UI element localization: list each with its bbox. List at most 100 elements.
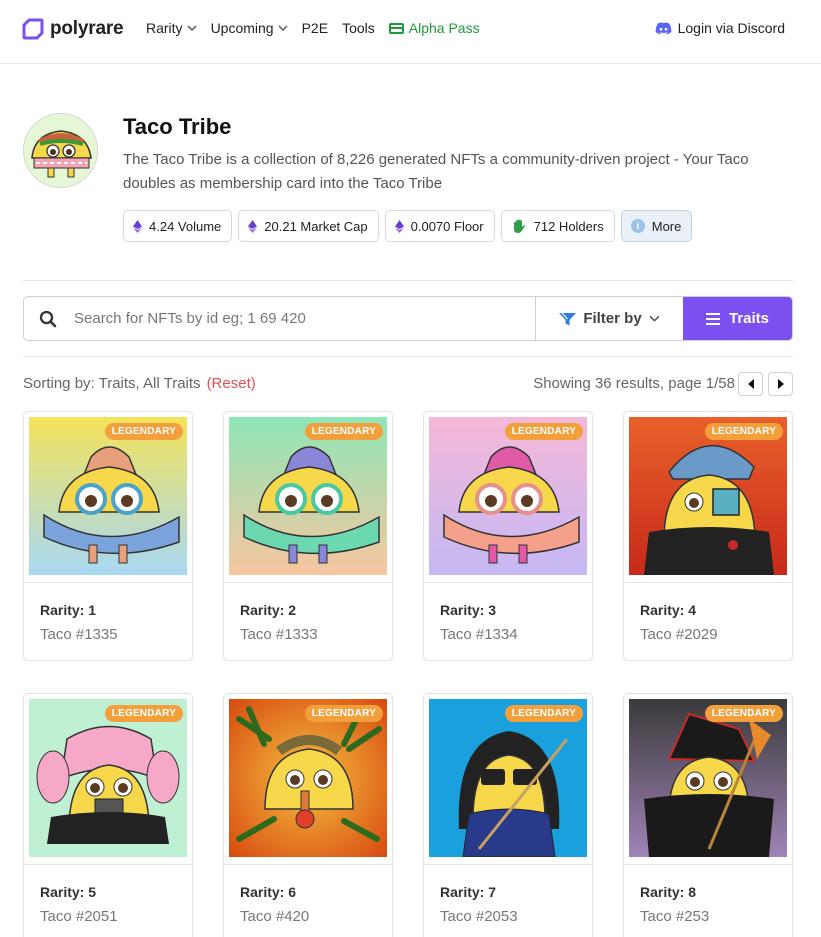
chevron-down-icon (649, 315, 660, 322)
legendary-badge: LEGENDARY (304, 423, 383, 440)
stat-holders: 712 Holders (500, 210, 615, 242)
login-discord-button[interactable]: Login via Discord (655, 20, 785, 36)
nav-menu: Rarity Upcoming P2E Tools Alpha Pass (146, 20, 494, 36)
nft-image: LEGENDARY (229, 699, 387, 857)
caret-right-icon (777, 379, 784, 389)
search-icon (24, 297, 72, 340)
card-rarity: Rarity: 5 (40, 884, 97, 900)
nft-card[interactable]: LEGENDARY Rarity: 7 Taco #2053 (423, 693, 593, 937)
stat-label: 20.21 Market Cap (264, 218, 368, 234)
legendary-badge: LEGENDARY (504, 423, 583, 440)
ethereum-icon (394, 219, 404, 233)
stat-volume: 4.24 Volume (123, 210, 233, 242)
chevron-down-icon (187, 25, 197, 31)
collection-description: The Taco Tribe is a collection of 8,226 … (123, 151, 749, 192)
stat-floor: 0.0070 Floor (384, 210, 495, 242)
reset-link[interactable]: (Reset) (207, 375, 256, 392)
stats-row: 4.24 Volume 20.21 Market Cap 0.0070 Floo… (123, 210, 693, 242)
filter-icon (559, 312, 577, 325)
legendary-badge: LEGENDARY (704, 705, 783, 722)
card-name: Taco #420 (240, 908, 310, 925)
card-divider (624, 864, 792, 865)
nft-card[interactable]: LEGENDARY Rarity: 1 Taco #1335 (23, 411, 193, 661)
nft-image: LEGENDARY (629, 699, 787, 857)
nav-item-tools[interactable]: Tools (342, 20, 375, 36)
logo-text: polyrare (50, 18, 124, 39)
top-nav: polyrare Rarity Upcoming P2E Tools Alpha… (0, 0, 821, 64)
filter-by-dropdown[interactable]: Filter by (535, 297, 683, 340)
prev-page-button[interactable] (738, 372, 763, 396)
card-name: Taco #2051 (40, 908, 118, 925)
card-name: Taco #253 (640, 908, 710, 925)
nft-image: LEGENDARY (229, 417, 387, 575)
card-divider (624, 582, 792, 583)
card-divider (224, 864, 392, 865)
nav-item-p2e[interactable]: P2E (302, 20, 328, 36)
nft-image: LEGENDARY (29, 699, 187, 857)
card-rarity: Rarity: 3 (440, 602, 497, 618)
nft-card[interactable]: LEGENDARY Rarity: 5 Taco #2051 (23, 693, 193, 937)
chevron-down-icon (278, 25, 288, 31)
legendary-badge: LEGENDARY (504, 705, 583, 722)
nft-image: LEGENDARY (29, 417, 187, 575)
login-label: Login via Discord (677, 20, 785, 36)
card-rarity: Rarity: 7 (440, 884, 497, 900)
stat-label: 4.24 Volume (149, 218, 222, 234)
nft-card[interactable]: LEGENDARY Rarity: 4 Taco #2029 (623, 411, 793, 661)
search-input[interactable] (72, 297, 535, 340)
divider (23, 280, 793, 281)
traits-button[interactable]: Traits (683, 297, 792, 340)
info-icon: i (630, 219, 645, 233)
caret-left-icon (747, 379, 754, 389)
legendary-badge: LEGENDARY (704, 423, 783, 440)
card-divider (424, 582, 592, 583)
card-rarity: Rarity: 6 (240, 884, 297, 900)
card-name: Taco #1335 (40, 626, 118, 643)
search-bar: Filter by Traits (23, 296, 793, 341)
card-divider (24, 864, 192, 865)
card-divider (24, 582, 192, 583)
nav-item-rarity[interactable]: Rarity (146, 20, 197, 36)
results-count: Showing 36 results, page 1/58 (533, 375, 735, 392)
nav-item-label: Rarity (146, 20, 183, 36)
ethereum-icon (248, 219, 258, 233)
sorting-info: Sorting by: Traits, All Traits (Reset) (23, 375, 256, 392)
card-rarity: Rarity: 1 (40, 602, 97, 618)
nav-item-upcoming[interactable]: Upcoming (211, 20, 288, 36)
collection-title: Taco Tribe (123, 114, 232, 139)
nft-card[interactable]: LEGENDARY Rarity: 6 Taco #420 (223, 693, 393, 937)
more-button[interactable]: i More (620, 210, 693, 242)
sorting-label: Sorting by: Traits, All Traits (23, 375, 201, 392)
nft-card[interactable]: LEGENDARY Rarity: 2 Taco #1333 (223, 411, 393, 661)
card-rarity: Rarity: 8 (640, 884, 697, 900)
legendary-badge: LEGENDARY (304, 705, 383, 722)
logo[interactable]: polyrare (22, 18, 124, 40)
discord-icon (655, 21, 671, 34)
card-divider (424, 864, 592, 865)
hand-icon (513, 219, 525, 233)
nft-card[interactable]: LEGENDARY Rarity: 8 Taco #253 (623, 693, 793, 937)
card-name: Taco #2053 (440, 908, 518, 925)
nft-image: LEGENDARY (429, 699, 587, 857)
stat-market-cap: 20.21 Market Cap (238, 210, 379, 242)
nav-item-label: Tools (342, 20, 375, 36)
card-divider (224, 582, 392, 583)
collection-avatar (23, 113, 98, 188)
card-name: Taco #1334 (440, 626, 518, 643)
card-name: Taco #2029 (640, 626, 718, 643)
nav-item-label: Upcoming (210, 20, 274, 36)
ethereum-icon (133, 219, 142, 233)
nav-item-alpha-pass[interactable]: Alpha Pass (388, 20, 480, 36)
ticket-icon (388, 22, 404, 34)
legendary-badge: LEGENDARY (104, 705, 183, 722)
stat-label: More (651, 218, 682, 234)
taco-avatar-image (24, 114, 97, 187)
traits-label: Traits (728, 310, 770, 327)
filter-label: Filter by (583, 310, 642, 327)
nft-image: LEGENDARY (629, 417, 787, 575)
nft-image: LEGENDARY (429, 417, 587, 575)
nav-item-label: P2E (301, 20, 329, 36)
card-name: Taco #1333 (240, 626, 318, 643)
next-page-button[interactable] (768, 372, 793, 396)
nft-card[interactable]: LEGENDARY Rarity: 3 Taco #1334 (423, 411, 593, 661)
